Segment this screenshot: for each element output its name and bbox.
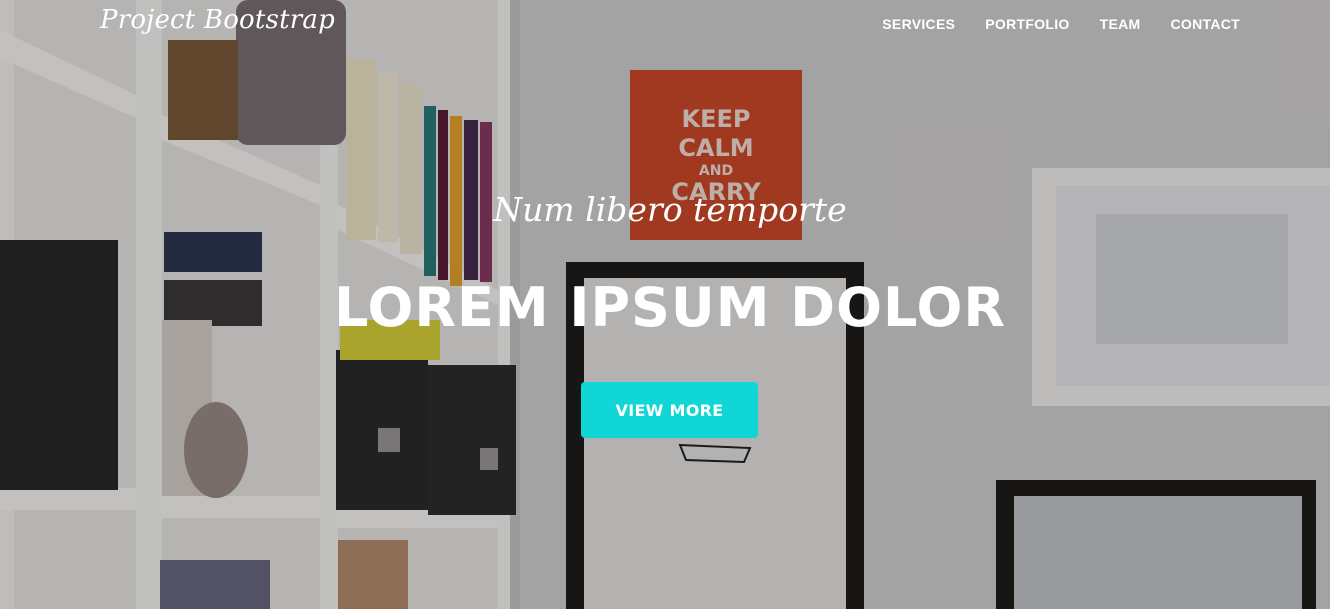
nav-link-services[interactable]: SERVICES (882, 16, 955, 32)
hero-subheading: Num libero temporte (493, 190, 847, 229)
hero-section: KEEP CALM AND CARRY Project Bootstrap SE… (0, 0, 1330, 609)
brand-logo-link[interactable]: Project Bootstrap (100, 5, 335, 35)
hero-heading: LOREM IPSUM DOLOR (333, 276, 1007, 339)
nav-link-portfolio[interactable]: PORTFOLIO (985, 16, 1069, 32)
view-more-button[interactable]: VIEW MORE (581, 382, 758, 438)
nav-link-team[interactable]: TEAM (1100, 16, 1141, 32)
nav-link-contact[interactable]: CONTACT (1171, 16, 1241, 32)
main-nav: SERVICES PORTFOLIO TEAM CONTACT (882, 16, 1240, 32)
